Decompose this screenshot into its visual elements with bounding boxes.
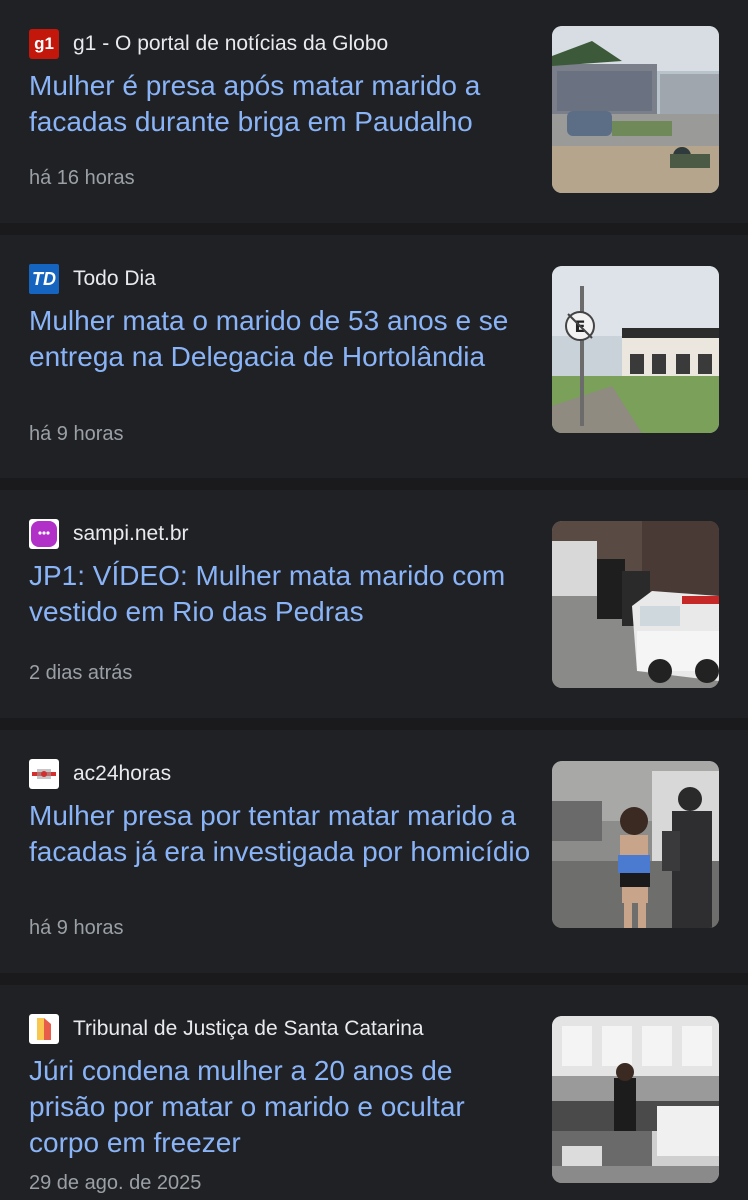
divider <box>0 973 748 985</box>
source-row: sampi.net.br <box>29 519 189 549</box>
source-row: TD Todo Dia <box>29 264 156 294</box>
timestamp: há 9 horas <box>29 917 124 939</box>
sampi-logo-icon <box>29 519 59 549</box>
news-card[interactable]: g1 g1 - O portal de notícias da Globo Mu… <box>0 0 748 223</box>
news-card[interactable]: sampi.net.br JP1: VÍDEO: Mulher mata mar… <box>0 490 748 718</box>
tjsc-logo-icon <box>29 1014 59 1044</box>
timestamp: 2 dias atrás <box>29 662 133 684</box>
divider <box>0 478 748 490</box>
headline-link[interactable]: Júri condena mulher a 20 anos de prisão … <box>29 1053 534 1161</box>
g1-logo-icon: g1 <box>29 29 59 59</box>
timestamp: há 9 horas <box>29 423 124 445</box>
source-name: g1 - O portal de notícias da Globo <box>73 32 389 55</box>
headline-link[interactable]: JP1: VÍDEO: Mulher mata marido com vesti… <box>29 558 534 630</box>
source-row: Tribunal de Justiça de Santa Catarina <box>29 1014 424 1044</box>
ac24horas-logo-icon <box>29 759 59 789</box>
headline-link[interactable]: Mulher é presa após matar marido a facad… <box>29 68 534 140</box>
divider <box>0 718 748 730</box>
timestamp: há 16 horas <box>29 167 135 189</box>
source-row: g1 g1 - O portal de notícias da Globo <box>29 29 388 59</box>
article-thumbnail[interactable] <box>552 521 719 688</box>
article-thumbnail[interactable] <box>552 26 719 193</box>
source-row: ac24horas <box>29 759 171 789</box>
source-name: Tribunal de Justiça de Santa Catarina <box>73 1017 424 1040</box>
article-thumbnail[interactable] <box>552 1016 719 1183</box>
article-thumbnail[interactable]: E <box>552 266 719 433</box>
news-card[interactable]: Tribunal de Justiça de Santa Catarina Jú… <box>0 985 748 1200</box>
news-card[interactable]: ac24horas Mulher presa por tentar matar … <box>0 730 748 973</box>
article-thumbnail[interactable] <box>552 761 719 928</box>
headline-link[interactable]: Mulher mata o marido de 53 anos e se ent… <box>29 303 534 375</box>
source-name: sampi.net.br <box>73 522 189 545</box>
source-name: ac24horas <box>73 762 172 785</box>
source-name: Todo Dia <box>73 267 156 290</box>
timestamp: 29 de ago. de 2025 <box>29 1172 202 1194</box>
divider <box>0 223 748 235</box>
news-card[interactable]: TD Todo Dia Mulher mata o marido de 53 a… <box>0 235 748 478</box>
todo-dia-logo-icon: TD <box>29 264 59 294</box>
headline-link[interactable]: Mulher presa por tentar matar marido a f… <box>29 798 534 870</box>
